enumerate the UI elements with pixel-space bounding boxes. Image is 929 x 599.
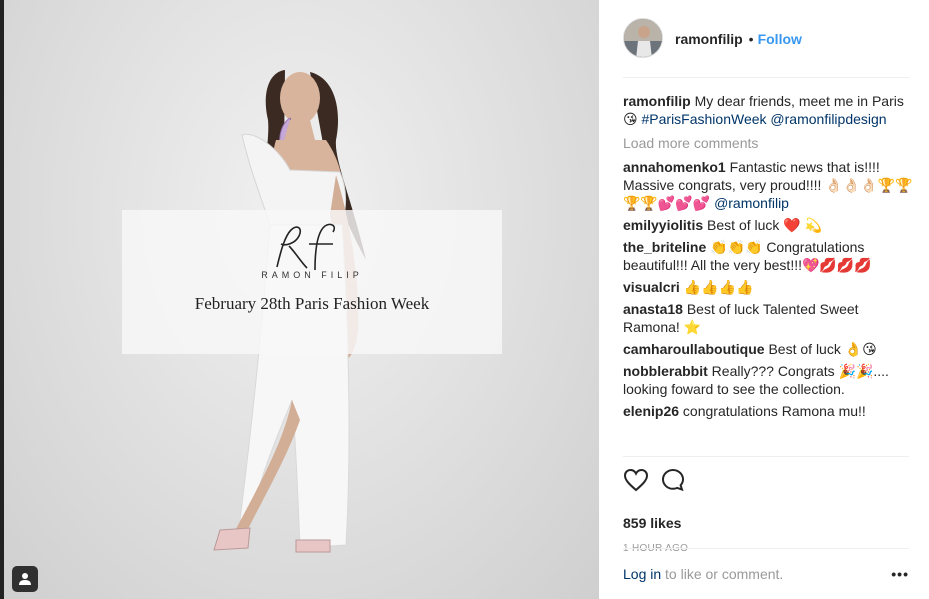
load-more-comments[interactable]: Load more comments [623,134,913,152]
comment-username[interactable]: visualcri [623,279,680,295]
comment-username[interactable]: anasta18 [623,301,683,317]
more-options-icon[interactable]: ••• [891,566,909,582]
action-icons [623,468,909,497]
comment-username[interactable]: emilyyiolitis [623,217,703,233]
login-prompt-text: to like or comment. [665,565,784,582]
caption-mention[interactable]: @ramonfilipdesign [770,111,886,127]
comment-username[interactable]: elenip26 [623,403,679,419]
list-item: camharoullaboutique Best of luck 👌😘 [623,340,913,358]
user-tag-icon[interactable] [12,566,38,592]
list-item: anasta18 Best of luck Talented Sweet Ram… [623,300,913,336]
comment-text: 👍👍👍👍 [683,279,754,295]
event-overlay-card: RAMON FILIP February 28th Paris Fashion … [122,210,502,354]
likes-count[interactable]: 859 likes [623,515,909,531]
avatar[interactable] [623,18,663,58]
list-item: nobblerabbit Really??? Congrats 🎉🎉.... l… [623,362,913,398]
caption-hashtag[interactable]: #ParisFashionWeek [642,111,767,127]
list-item: the_briteline 👏👏👏 Congratulations beauti… [623,238,913,274]
caption: ramonfilip My dear friends, meet me in P… [623,92,913,128]
brand-wordmark: RAMON FILIP [261,270,363,280]
comments-list[interactable]: ramonfilip My dear friends, meet me in P… [623,92,913,456]
comment-username[interactable]: annahomenko1 [623,159,726,175]
comment-text: Best of luck ❤️ 💫 [707,217,823,233]
post-actions: 859 likes 1 HOUR AGO [623,456,909,556]
comment-icon[interactable] [661,468,685,497]
login-footer: Log in to like or comment. ••• [623,548,909,598]
post-photo[interactable]: RAMON FILIP February 28th Paris Fashion … [0,0,599,599]
heart-icon[interactable] [623,468,649,497]
caption-username[interactable]: ramonfilip [623,93,691,109]
separator-dot: • [748,31,754,47]
comment-username[interactable]: camharoullaboutique [623,341,765,357]
post-header: ramonfilip • Follow [623,18,909,78]
list-item: annahomenko1 Fantastic news that is!!!! … [623,158,913,212]
comment-text: Best of luck 👌😘 [768,341,877,357]
comment-mention[interactable]: @ramonfilip [714,195,789,211]
login-link[interactable]: Log in [623,566,661,582]
post-side-panel: ramonfilip • Follow ramonfilip My dear f… [599,0,929,599]
comment-text: congratulations Ramona mu!! [682,403,866,419]
rf-monogram-logo [276,223,336,271]
list-item: emilyyiolitis Best of luck ❤️ 💫 [623,216,913,234]
event-announcement: February 28th Paris Fashion Week [194,294,430,313]
follow-button[interactable]: Follow [758,31,802,47]
list-item: elenip26 congratulations Ramona mu!! [623,402,913,420]
post-username[interactable]: ramonfilip [675,31,743,47]
comment-username[interactable]: the_briteline [623,239,706,255]
comment-username[interactable]: nobblerabbit [623,363,708,379]
list-item: visualcri 👍👍👍👍 [623,278,913,296]
